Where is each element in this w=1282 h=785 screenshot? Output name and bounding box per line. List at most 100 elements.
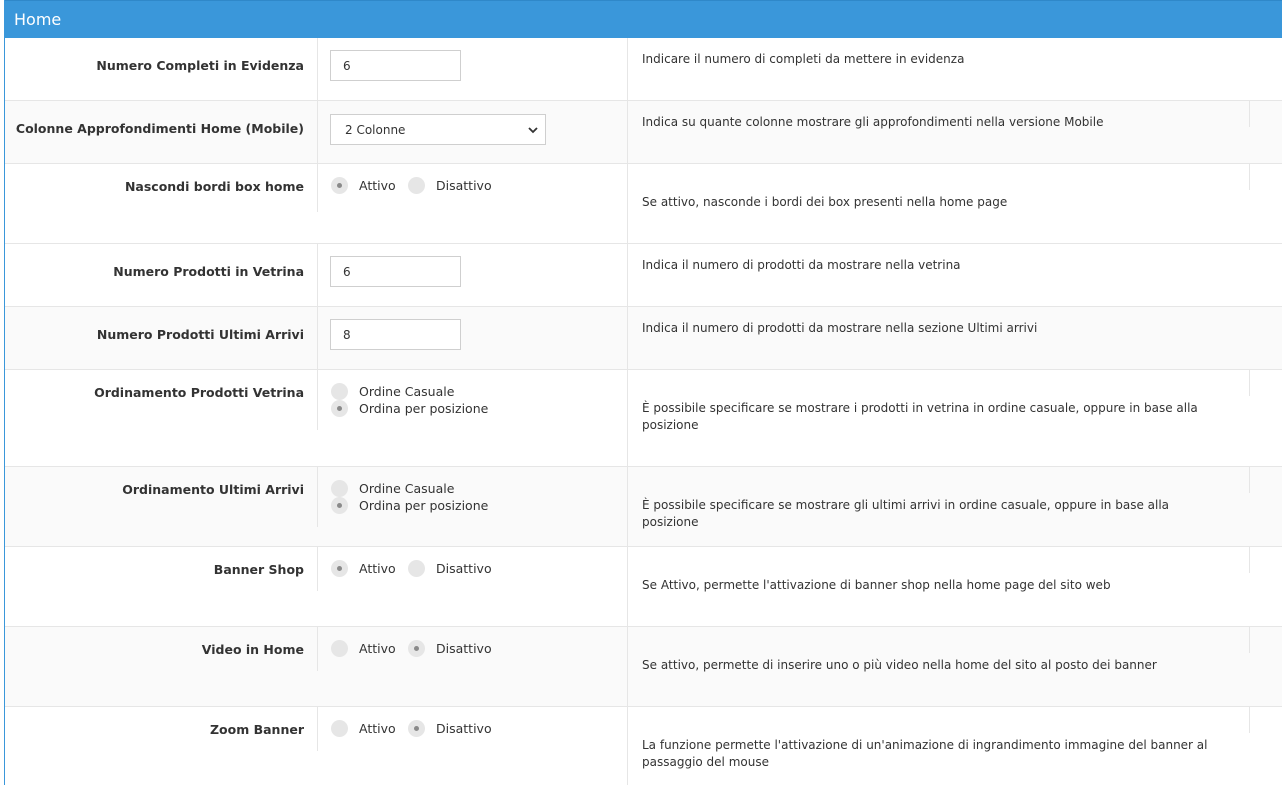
radio-label: Disattivo bbox=[436, 178, 492, 193]
radio-option-disattivo[interactable]: Disattivo bbox=[408, 560, 492, 577]
numero-completi-input[interactable] bbox=[330, 50, 461, 81]
setting-description: Se Attivo, permette l'attivazione di ban… bbox=[642, 578, 1111, 592]
column-divider bbox=[627, 101, 628, 163]
column-divider bbox=[627, 467, 628, 546]
column-divider bbox=[627, 370, 628, 466]
setting-label: Ordinamento Prodotti Vetrina bbox=[94, 385, 304, 400]
radio-label: Disattivo bbox=[436, 721, 492, 736]
setting-label: Video in Home bbox=[201, 642, 304, 657]
radio-button-checked[interactable] bbox=[408, 720, 425, 737]
radio-button-checked[interactable] bbox=[331, 177, 348, 194]
radio-option-ordina-posizione[interactable]: Ordina per posizione bbox=[331, 497, 488, 514]
column-divider bbox=[627, 307, 628, 369]
radio-label: Attivo bbox=[359, 641, 396, 656]
radio-option-ordine-casuale[interactable]: Ordine Casuale bbox=[331, 383, 454, 400]
setting-label: Zoom Banner bbox=[209, 722, 304, 737]
setting-label: Numero Prodotti Ultimi Arrivi bbox=[96, 327, 304, 342]
radio-button-checked[interactable] bbox=[331, 560, 348, 577]
setting-label: Colonne Approfondimenti Home (Mobile) bbox=[15, 121, 304, 136]
column-divider bbox=[627, 38, 628, 100]
radio-button-checked[interactable] bbox=[331, 497, 348, 514]
setting-label: Banner Shop bbox=[213, 562, 304, 577]
setting-row-zoom-banner: Zoom Banner Attivo Disattivo La funzione… bbox=[5, 707, 1282, 785]
column-divider bbox=[627, 547, 628, 626]
column-divider bbox=[317, 627, 318, 671]
column-divider bbox=[627, 627, 628, 706]
radio-button-checked[interactable] bbox=[331, 400, 348, 417]
column-divider bbox=[317, 707, 318, 751]
radio-label: Attivo bbox=[359, 178, 396, 193]
radio-button[interactable] bbox=[331, 383, 348, 400]
setting-row-prodotti-vetrina: Numero Prodotti in Vetrina Indica il num… bbox=[5, 244, 1282, 307]
setting-row-banner-shop: Banner Shop Attivo Disattivo Se Attivo, … bbox=[5, 547, 1282, 627]
colonne-approfondimenti-select[interactable]: 2 Colonne bbox=[330, 114, 546, 145]
setting-label: Numero Completi in Evidenza bbox=[96, 58, 304, 73]
setting-row-colonne-approfondimenti: Colonne Approfondimenti Home (Mobile) 2 … bbox=[5, 101, 1282, 164]
radio-option-attivo[interactable]: Attivo bbox=[331, 640, 396, 657]
column-divider bbox=[1249, 370, 1250, 396]
setting-row-video-home: Video in Home Attivo Disattivo Se attivo… bbox=[5, 627, 1282, 707]
radio-label: Ordina per posizione bbox=[359, 401, 489, 416]
panel-header: Home bbox=[5, 0, 1282, 38]
column-divider bbox=[1249, 101, 1250, 127]
column-divider bbox=[317, 467, 318, 527]
setting-row-numero-completi: Numero Completi in Evidenza Indicare il … bbox=[5, 38, 1282, 101]
setting-description: È possibile specificare se mostrare i pr… bbox=[642, 401, 1198, 432]
radio-button[interactable] bbox=[331, 720, 348, 737]
setting-description: Se attivo, permette di inserire uno o pi… bbox=[642, 658, 1157, 672]
radio-button[interactable] bbox=[408, 177, 425, 194]
radio-option-disattivo[interactable]: Disattivo bbox=[408, 177, 492, 194]
setting-row-prodotti-ultimi-arrivi: Numero Prodotti Ultimi Arrivi Indica il … bbox=[5, 307, 1282, 370]
column-divider bbox=[627, 164, 628, 243]
column-divider bbox=[317, 370, 318, 430]
column-divider bbox=[1249, 707, 1250, 733]
setting-description: La funzione permette l'attivazione di un… bbox=[642, 738, 1208, 769]
radio-option-attivo[interactable]: Attivo bbox=[331, 560, 396, 577]
setting-description: Indica su quante colonne mostrare gli ap… bbox=[642, 115, 1104, 129]
radio-option-ordina-posizione[interactable]: Ordina per posizione bbox=[331, 400, 488, 417]
radio-option-attivo[interactable]: Attivo bbox=[331, 177, 396, 194]
radio-option-ordine-casuale[interactable]: Ordine Casuale bbox=[331, 480, 454, 497]
radio-label: Ordina per posizione bbox=[359, 498, 489, 513]
prodotti-vetrina-input[interactable] bbox=[330, 256, 461, 287]
setting-description: Indicare il numero di completi da metter… bbox=[642, 52, 965, 66]
chevron-down-icon bbox=[528, 127, 538, 134]
radio-option-attivo[interactable]: Attivo bbox=[331, 720, 396, 737]
column-divider bbox=[1249, 164, 1250, 190]
select-value: 2 Colonne bbox=[345, 123, 406, 137]
column-divider bbox=[1249, 547, 1250, 573]
radio-button[interactable] bbox=[331, 640, 348, 657]
panel-title: Home bbox=[14, 10, 62, 29]
column-divider bbox=[317, 244, 318, 307]
column-divider bbox=[627, 244, 628, 306]
setting-label: Nascondi bordi box home bbox=[124, 179, 304, 194]
setting-row-ordinamento-vetrina: Ordinamento Prodotti Vetrina Ordine Casu… bbox=[5, 370, 1282, 467]
setting-row-ordinamento-ultimi-arrivi: Ordinamento Ultimi Arrivi Ordine Casuale… bbox=[5, 467, 1282, 547]
radio-label: Ordine Casuale bbox=[359, 481, 455, 496]
radio-button-checked[interactable] bbox=[408, 640, 425, 657]
radio-option-disattivo[interactable]: Disattivo bbox=[408, 720, 492, 737]
radio-button[interactable] bbox=[331, 480, 348, 497]
home-settings-panel: Home Numero Completi in Evidenza Indicar… bbox=[4, 0, 1282, 785]
column-divider bbox=[1249, 467, 1250, 493]
radio-label: Attivo bbox=[359, 721, 396, 736]
column-divider bbox=[627, 707, 628, 785]
column-divider bbox=[317, 38, 318, 101]
radio-button[interactable] bbox=[408, 560, 425, 577]
setting-label: Numero Prodotti in Vetrina bbox=[113, 264, 304, 279]
setting-description: Se attivo, nasconde i bordi dei box pres… bbox=[642, 195, 1008, 209]
prodotti-ultimi-arrivi-input[interactable] bbox=[330, 319, 461, 350]
setting-description: Indica il numero di prodotti da mostrare… bbox=[642, 321, 1038, 335]
setting-label: Ordinamento Ultimi Arrivi bbox=[122, 482, 304, 497]
column-divider bbox=[317, 307, 318, 370]
column-divider bbox=[317, 101, 318, 164]
column-divider bbox=[317, 547, 318, 591]
setting-description: Indica il numero di prodotti da mostrare… bbox=[642, 258, 961, 272]
radio-label: Attivo bbox=[359, 561, 396, 576]
radio-label: Ordine Casuale bbox=[359, 384, 455, 399]
setting-description: È possibile specificare se mostrare gli … bbox=[642, 498, 1170, 529]
radio-label: Disattivo bbox=[436, 641, 492, 656]
radio-label: Disattivo bbox=[436, 561, 492, 576]
column-divider bbox=[317, 164, 318, 212]
radio-option-disattivo[interactable]: Disattivo bbox=[408, 640, 492, 657]
